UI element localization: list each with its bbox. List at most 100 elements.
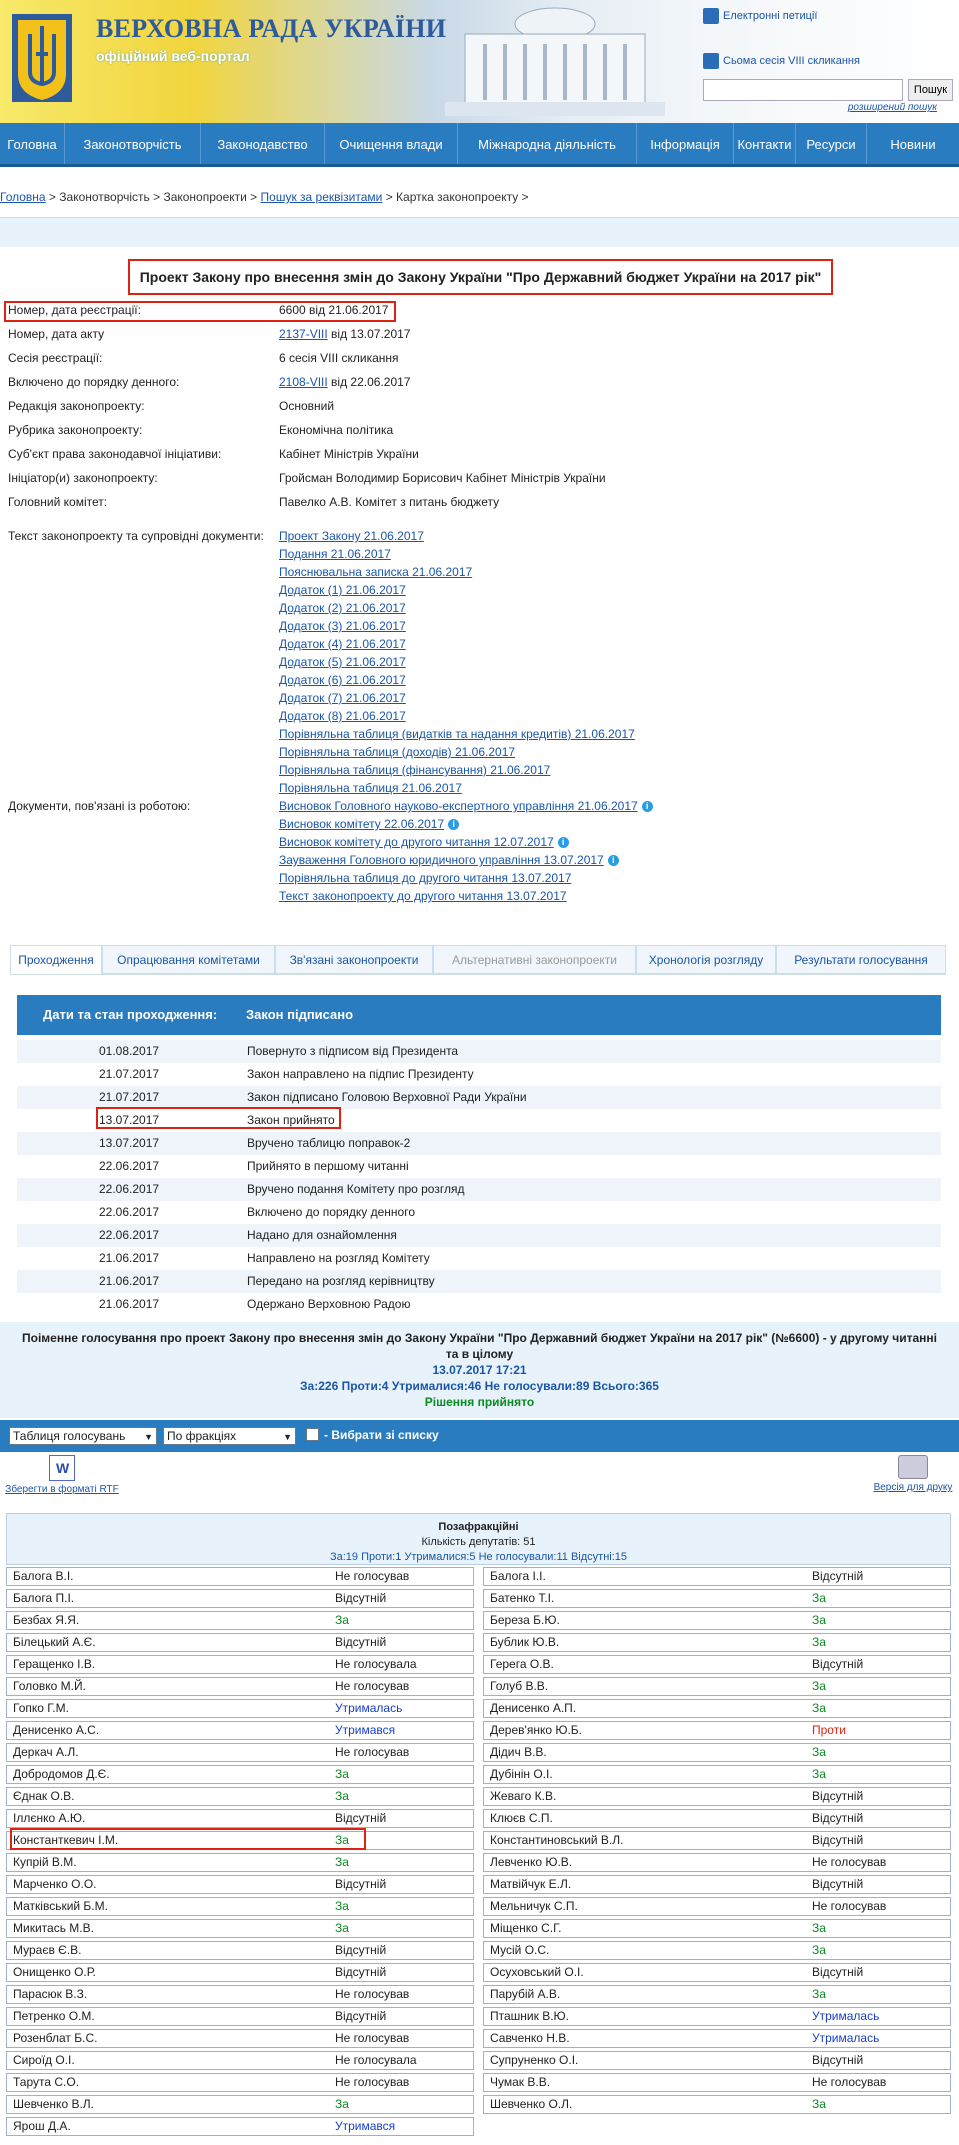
save-rtf-link[interactable]: W Зберегти в форматі RTF (2, 1455, 122, 1495)
deputy-row: Гопко Г.М. Утрималась (6, 1699, 474, 1718)
field-label: Ініціатор(и) законопроекту: (8, 471, 158, 485)
related-link[interactable]: Висновок комітету 22.06.2017 (279, 817, 444, 831)
doc-item: Додаток (3) 21.06.2017 (279, 618, 919, 636)
doc-link[interactable]: Порівняльна таблиця 21.06.2017 (279, 781, 462, 795)
select-from-list-checkbox[interactable] (306, 1428, 319, 1441)
act-link[interactable]: 2108-VIII (279, 375, 328, 389)
related-link[interactable]: Порівняльна таблиця до другого читання 1… (279, 871, 571, 885)
info-icon[interactable]: i (557, 837, 569, 849)
tab-chronology[interactable]: Хронологія розгляду (636, 945, 776, 974)
deputy-name: Єднак О.В. (13, 1789, 75, 1803)
deputy-name: Геращенко І.В. (13, 1657, 96, 1671)
deputy-name: Деркач А.Л. (13, 1745, 79, 1759)
related-link[interactable]: Висновок комітету до другого читання 12.… (279, 835, 554, 849)
doc-link[interactable]: Порівняльна таблиця (видатків та надання… (279, 727, 635, 741)
deputy-name: Шевченко О.Л. (490, 2097, 573, 2111)
deputy-name: Голуб В.В. (490, 1679, 549, 1693)
faction-count: Кількість депутатів: 51 (421, 1536, 536, 1548)
deputy-row: Микитась М.В. За (6, 1919, 474, 1938)
doc-link[interactable]: Проект Закону 21.06.2017 (279, 529, 424, 543)
doc-link[interactable]: Додаток (5) 21.06.2017 (279, 655, 406, 669)
grouping-select[interactable]: По фракціях (163, 1427, 296, 1445)
nav-lawmaking[interactable]: Законотворчість (65, 123, 201, 164)
doc-link[interactable]: Порівняльна таблиця (фінансування) 21.06… (279, 763, 550, 777)
doc-link[interactable]: Додаток (3) 21.06.2017 (279, 619, 406, 633)
nav-lustration[interactable]: Очищення влади (325, 123, 458, 164)
info-icon[interactable]: i (607, 855, 619, 867)
deputy-name: Парасюк В.З. (13, 1987, 88, 2001)
deputy-name: Марченко О.О. (13, 1877, 97, 1891)
deputy-row: Голуб В.В. За (483, 1677, 951, 1696)
nav-legislation[interactable]: Законодавство (201, 123, 325, 164)
petitions-link[interactable]: Електронні петиції (703, 8, 817, 24)
tab-vote-results[interactable]: Результати голосування (776, 945, 946, 974)
deputy-name: Міщенко С.Г. (490, 1921, 562, 1935)
view-select[interactable]: Таблиця голосувань (9, 1427, 157, 1445)
vote-header: Поіменне голосування про проект Закону п… (0, 1322, 959, 1418)
deputy-row: Марченко О.О. Відсутній (6, 1875, 474, 1894)
doc-link[interactable]: Додаток (7) 21.06.2017 (279, 691, 406, 705)
deputy-name: Чумак В.В. (490, 2075, 551, 2089)
tab-alternative[interactable]: Альтернативні законопроекти (433, 945, 636, 974)
deputy-row: Ярош Д.А. Утримався (6, 2117, 474, 2136)
nav-international[interactable]: Міжнародна діяльність (458, 123, 637, 164)
field-label: Сесія реєстрації: (8, 351, 103, 365)
info-icon[interactable]: i (641, 801, 653, 813)
tab-linked[interactable]: Зв'язані законопроекти (275, 945, 433, 974)
nav-information[interactable]: Інформація (637, 123, 734, 164)
doc-link[interactable]: Додаток (4) 21.06.2017 (279, 637, 406, 651)
field-label: Головний комітет: (8, 495, 108, 509)
doc-link[interactable]: Пояснювальна записка 21.06.2017 (279, 565, 472, 579)
breadcrumb-search[interactable]: Пошук за реквізитами (261, 190, 383, 204)
stage-text: Закон направлено на підпис Президенту (247, 1067, 474, 1081)
stage-text: Повернуто з підписом від Президента (247, 1044, 459, 1058)
act-link[interactable]: 2137-VIII (279, 327, 328, 341)
site-title[interactable]: ВЕРХОВНА РАДА УКРАЇНИ (96, 14, 446, 44)
tab-progress[interactable]: Проходження (10, 945, 102, 974)
deputy-name: Петренко О.М. (13, 2009, 95, 2023)
highlight-law-adopted (96, 1107, 341, 1129)
deputy-vote: За (335, 1613, 349, 1627)
deputy-vote: Не голосував (812, 1855, 887, 1869)
deputy-name: Батенко Т.І. (490, 1591, 555, 1605)
deputy-name: Герега О.В. (490, 1657, 554, 1671)
search-box: Пошук (703, 79, 953, 101)
faction-summary: Позафракційні Кількість депутатів: 51 За… (6, 1513, 951, 1565)
deputy-vote: За (335, 2097, 349, 2111)
print-version-link[interactable]: Версія для друку (868, 1455, 958, 1493)
nav-home[interactable]: Головна (0, 123, 65, 164)
deputy-row: Матвійчук Е.Л. Відсутній (483, 1875, 951, 1894)
deputy-name: Іллєнко А.Ю. (13, 1811, 86, 1825)
related-link[interactable]: Висновок Головного науково-експертного у… (279, 799, 638, 813)
stage-date: 21.07.2017 (99, 1090, 160, 1104)
stage-date: 22.06.2017 (99, 1228, 160, 1242)
session-link[interactable]: Сьома сесія VIII скликання (703, 53, 860, 69)
nav-contacts[interactable]: Контакти (734, 123, 796, 164)
deputy-name: Клюєв С.П. (490, 1811, 553, 1825)
doc-link[interactable]: Додаток (6) 21.06.2017 (279, 673, 406, 687)
tab-committees[interactable]: Опрацювання комітетами (102, 945, 275, 974)
stage-row: 22.06.2017 Включено до порядку денного (17, 1201, 941, 1224)
related-link[interactable]: Зауваження Головного юридичного управлін… (279, 853, 604, 867)
doc-link[interactable]: Додаток (1) 21.06.2017 (279, 583, 406, 597)
info-icon[interactable]: i (448, 819, 460, 831)
stage-date: 21.06.2017 (99, 1251, 160, 1265)
doc-link[interactable]: Додаток (2) 21.06.2017 (279, 601, 406, 615)
nav-resources[interactable]: Ресурси (796, 123, 867, 164)
deputy-row: Геращенко І.В. Не голосувала (6, 1655, 474, 1674)
stage-text: Закон підписано Головою Верховної Ради У… (247, 1090, 527, 1104)
deputy-name: Мусій О.С. (490, 1943, 550, 1957)
stage-row: 22.06.2017 Надано для ознайомлення (17, 1224, 941, 1247)
deputy-vote: Утрималась (812, 2031, 880, 2045)
deputy-row: Бублик Ю.В. За (483, 1633, 951, 1652)
search-button[interactable]: Пошук (908, 79, 953, 101)
doc-link[interactable]: Порівняльна таблиця (доходів) 21.06.2017 (279, 745, 515, 759)
nav-news[interactable]: Новини (867, 123, 959, 164)
doc-link[interactable]: Подання 21.06.2017 (279, 547, 391, 561)
deputy-name: Супруненко О.І. (490, 2053, 579, 2067)
search-input[interactable] (703, 79, 903, 101)
related-link[interactable]: Текст законопроекту до другого читання 1… (279, 889, 567, 903)
advanced-search-link[interactable]: розширений пошук (848, 102, 937, 113)
doc-link[interactable]: Додаток (8) 21.06.2017 (279, 709, 406, 723)
breadcrumb-home[interactable]: Головна (0, 190, 46, 204)
